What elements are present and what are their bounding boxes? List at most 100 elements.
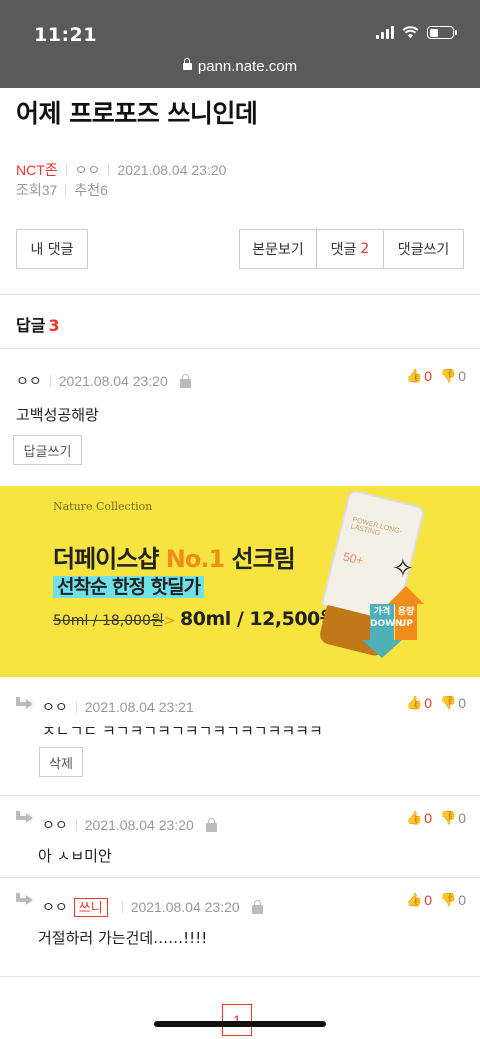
reply-nick: ㅇㅇ xyxy=(42,699,68,715)
downvote-button[interactable]: 👎 0 xyxy=(440,892,466,908)
downvote-count: 0 xyxy=(458,695,466,711)
sparkle-icon: ✧ xyxy=(392,554,414,584)
upvote-count: 0 xyxy=(424,695,433,711)
reply-text: 아 ㅅㅂ미안 xyxy=(38,847,112,865)
divider xyxy=(0,877,480,878)
thumbs-up-icon: 👍 xyxy=(406,810,423,825)
write-reply-button[interactable]: 답글쓰기 xyxy=(13,435,82,465)
reply-text: 거절하러 가는건데……!!!! xyxy=(38,929,208,947)
thumbs-down-icon: 👎 xyxy=(440,810,457,825)
status-time: 11:21 xyxy=(34,24,97,46)
reply-arrow-icon xyxy=(14,893,33,907)
thumbs-down-icon: 👎 xyxy=(440,368,457,383)
view-body-label: 본문보기 xyxy=(252,242,304,258)
my-comments-label: 내 댓글 xyxy=(30,242,74,258)
upvote-count: 0 xyxy=(424,810,433,826)
ad-subheadline-text: 선착순 한정 핫딜가 xyxy=(53,576,205,598)
write-comment-button[interactable]: 댓글쓰기 xyxy=(383,229,464,269)
downvote-button[interactable]: 👎 0 xyxy=(440,695,466,711)
reply-votes: 👍 0 👎 0 xyxy=(406,892,466,908)
ad-headline: 더페이스샵 No.1 선크림 xyxy=(53,539,296,574)
upvote-button[interactable]: 👍 0 xyxy=(406,892,432,908)
post-title: 어제 프로포즈 쓰니인데 xyxy=(16,99,258,128)
comments-count: 2 xyxy=(360,241,370,257)
downvote-button[interactable]: 👎 0 xyxy=(440,810,466,826)
url-bar[interactable]: pann.nate.com xyxy=(0,58,480,75)
post-author: ㅇㅇ xyxy=(74,162,101,178)
comments-label: 댓글 xyxy=(330,242,357,258)
replies-count: 3 xyxy=(48,316,60,335)
views-count: 37 xyxy=(41,182,58,198)
downvote-count: 0 xyxy=(458,810,466,826)
comment-nick: ㅇㅇ xyxy=(16,373,42,389)
upvote-button[interactable]: 👍 0 xyxy=(406,810,432,826)
post-meta: NCT존 ㅇㅇ 2021.08.04 23:20 xyxy=(16,160,226,180)
ad-subheadline: 선착순 한정 핫딜가 xyxy=(53,572,205,599)
post-category[interactable]: NCT존 xyxy=(16,160,58,180)
upvote-button[interactable]: 👍 0 xyxy=(406,695,432,711)
thumbs-up-icon: 👍 xyxy=(406,695,423,710)
downvote-count: 0 xyxy=(458,368,466,384)
page-current[interactable]: 1 xyxy=(222,1004,252,1036)
write-reply-label: 답글쓰기 xyxy=(23,444,72,460)
reply-votes: 👍 0 👎 0 xyxy=(406,810,466,826)
downvote-count: 0 xyxy=(458,892,466,908)
replies-label: 답글 xyxy=(16,316,46,335)
post-stats: 조회 37 추천 6 xyxy=(16,180,108,200)
my-comments-button[interactable]: 내 댓글 xyxy=(16,229,88,269)
reply-meta: ㅇㅇ 쓰니 2021.08.04 23:20 xyxy=(42,897,263,917)
signal-icon xyxy=(376,26,394,39)
product-name: POWER LONG-LASTING xyxy=(349,516,403,538)
reply-meta: ㅇㅇ 2021.08.04 23:21 xyxy=(42,697,194,717)
comment-text: 고백성공해랑 xyxy=(16,406,99,424)
thumbs-up-icon: 👍 xyxy=(406,892,423,907)
lock-icon xyxy=(205,817,217,832)
view-body-button[interactable]: 본문보기 xyxy=(239,229,317,269)
thumbs-up-icon: 👍 xyxy=(406,368,423,383)
comment-datetime: 2021.08.04 23:20 xyxy=(58,373,168,389)
upvote-count: 0 xyxy=(424,892,433,908)
ad-new-price: 80ml / 12,500원 xyxy=(180,608,337,630)
ad-price: 50ml / 18,000원> 80ml / 12,500원 xyxy=(53,604,337,631)
lock-icon xyxy=(251,899,263,914)
ad-brand: Nature Collection xyxy=(53,500,153,513)
wifi-icon xyxy=(402,26,419,39)
upvote-button[interactable]: 👍 0 xyxy=(406,368,432,384)
home-indicator[interactable] xyxy=(154,1021,326,1027)
write-comment-label: 댓글쓰기 xyxy=(397,242,450,258)
status-icons xyxy=(376,26,457,39)
ad-headline-product: 선크림 xyxy=(224,545,296,573)
divider xyxy=(0,795,480,796)
divider xyxy=(49,375,51,387)
reply-nick: ㅇㅇ xyxy=(42,817,68,833)
divider xyxy=(65,184,67,196)
comment-meta: ㅇㅇ 2021.08.04 23:20 xyxy=(16,371,191,391)
views-label: 조회 xyxy=(16,182,42,198)
comment-votes: 👍 0 👎 0 xyxy=(406,368,466,384)
reply-arrow-icon xyxy=(14,811,33,825)
ad-headline-brand: 더페이스샵 xyxy=(53,545,166,573)
divider xyxy=(121,901,123,913)
ad-old-price: 50ml / 18,000원 xyxy=(53,613,164,629)
downvote-button[interactable]: 👎 0 xyxy=(440,368,466,384)
recommend-label: 추천 xyxy=(74,182,101,198)
author-badge: 쓰니 xyxy=(73,897,108,917)
ad-banner[interactable]: Nature Collection 더페이스샵 No.1 선크림 선착순 한정 … xyxy=(0,486,480,677)
divider xyxy=(0,294,480,295)
reply-nick: ㅇㅇ xyxy=(42,899,68,915)
reply-meta: ㅇㅇ 2021.08.04 23:20 xyxy=(42,815,217,835)
ad-headline-rank: No.1 xyxy=(165,545,225,573)
url-text: pann.nate.com xyxy=(197,58,298,75)
upvote-count: 0 xyxy=(424,368,433,384)
delete-button[interactable]: 삭제 xyxy=(39,747,83,777)
divider xyxy=(0,348,480,349)
lock-icon xyxy=(182,58,192,70)
browser-topbar: 11:21 pann.nate.com xyxy=(0,0,480,88)
lock-icon xyxy=(179,373,191,388)
ad-price-arrow: > xyxy=(163,613,176,629)
thumbs-down-icon: 👎 xyxy=(440,892,457,907)
recommend-count: 6 xyxy=(100,182,108,198)
comments-button[interactable]: 댓글 2 xyxy=(316,229,384,269)
price-down-tag: 가격 DOWN xyxy=(362,604,403,660)
replies-header: 답글 3 xyxy=(16,312,60,336)
